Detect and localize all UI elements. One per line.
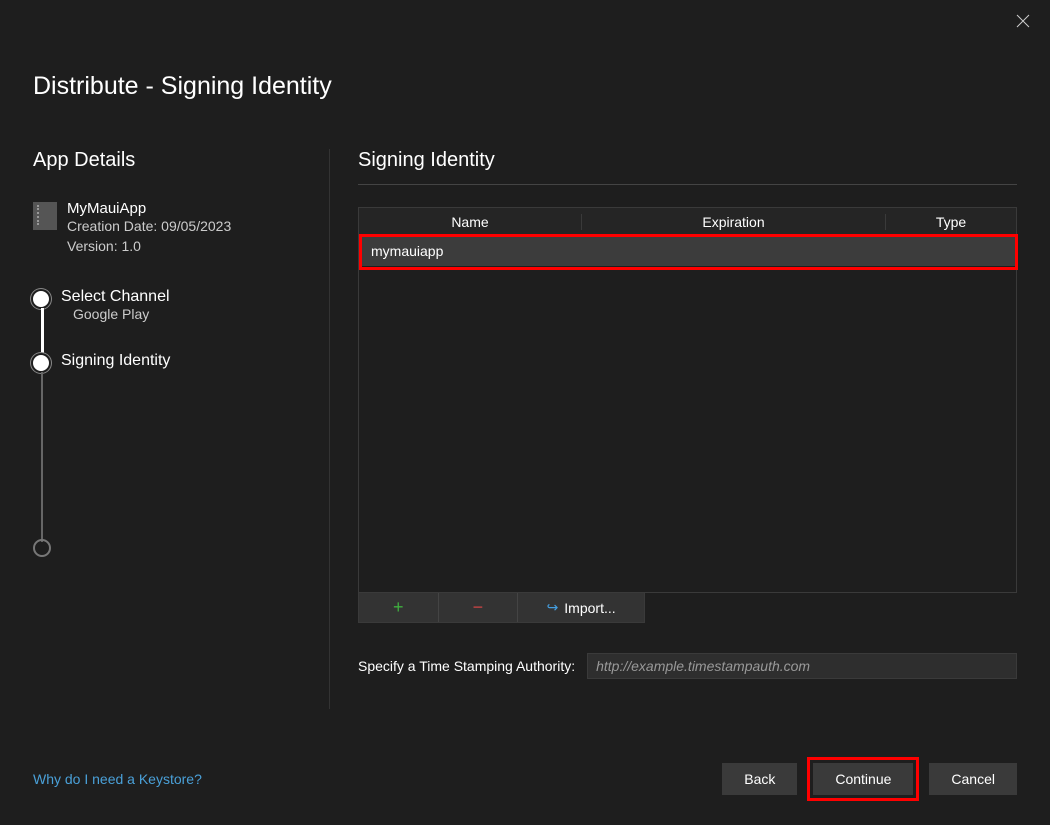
step-select-channel[interactable]: Select Channel Google Play <box>33 288 329 352</box>
continue-button[interactable]: Continue <box>813 763 913 795</box>
step-circle-filled-icon <box>33 291 49 307</box>
step-channel-sub: Google Play <box>61 306 329 322</box>
step-circle-empty-icon <box>33 539 51 557</box>
col-name[interactable]: Name <box>359 214 582 230</box>
step-future <box>33 536 329 600</box>
tsa-label: Specify a Time Stamping Authority: <box>358 658 575 674</box>
stepper: Select Channel Google Play Signing Ident… <box>33 288 329 600</box>
app-details-heading: App Details <box>33 149 329 172</box>
table-empty-area <box>359 266 1016 592</box>
tsa-row: Specify a Time Stamping Authority: <box>358 653 1017 679</box>
col-expiration[interactable]: Expiration <box>582 214 886 230</box>
help-link[interactable]: Why do I need a Keystore? <box>33 771 202 787</box>
minus-icon: − <box>473 597 484 618</box>
cancel-button[interactable]: Cancel <box>929 763 1017 795</box>
row-name-cell: mymauiapp <box>359 243 582 259</box>
dialog-title: Distribute - Signing Identity <box>0 0 1050 101</box>
step-channel-title: Select Channel <box>61 288 329 306</box>
import-arrow-icon: ↪ <box>547 599 559 616</box>
continue-highlight: Continue <box>807 757 919 801</box>
archive-icon <box>33 202 57 230</box>
identity-table: Name Expiration Type mymauiapp <box>358 207 1017 593</box>
table-header: Name Expiration Type <box>359 208 1016 236</box>
app-creation-date: Creation Date: 09/05/2023 <box>67 217 231 237</box>
back-button[interactable]: Back <box>722 763 797 795</box>
right-panel: Signing Identity Name Expiration Type my… <box>330 149 1050 749</box>
step-circle-filled-icon <box>33 355 49 371</box>
app-name: MyMauiApp <box>67 200 231 217</box>
step-line <box>41 308 44 354</box>
remove-button[interactable]: − <box>439 593 519 622</box>
table-toolbar: + − ↪ Import... <box>358 593 645 623</box>
import-label: Import... <box>564 600 615 616</box>
app-version: Version: 1.0 <box>67 237 231 257</box>
add-button[interactable]: + <box>359 593 439 622</box>
step-signing-identity[interactable]: Signing Identity <box>33 352 329 416</box>
step-line-thin <box>41 372 43 542</box>
footer: Why do I need a Keystore? Back Continue … <box>33 757 1017 801</box>
app-block: MyMauiApp Creation Date: 09/05/2023 Vers… <box>33 200 329 256</box>
left-panel: App Details MyMauiApp Creation Date: 09/… <box>0 149 330 709</box>
close-icon[interactable] <box>1016 14 1030 33</box>
col-type[interactable]: Type <box>886 214 1016 230</box>
import-button[interactable]: ↪ Import... <box>518 593 644 622</box>
tsa-input[interactable] <box>587 653 1017 679</box>
divider <box>358 184 1017 185</box>
step-signing-title: Signing Identity <box>61 352 329 370</box>
plus-icon: + <box>393 597 404 618</box>
signing-identity-heading: Signing Identity <box>358 149 1017 172</box>
table-row[interactable]: mymauiapp <box>359 236 1016 266</box>
